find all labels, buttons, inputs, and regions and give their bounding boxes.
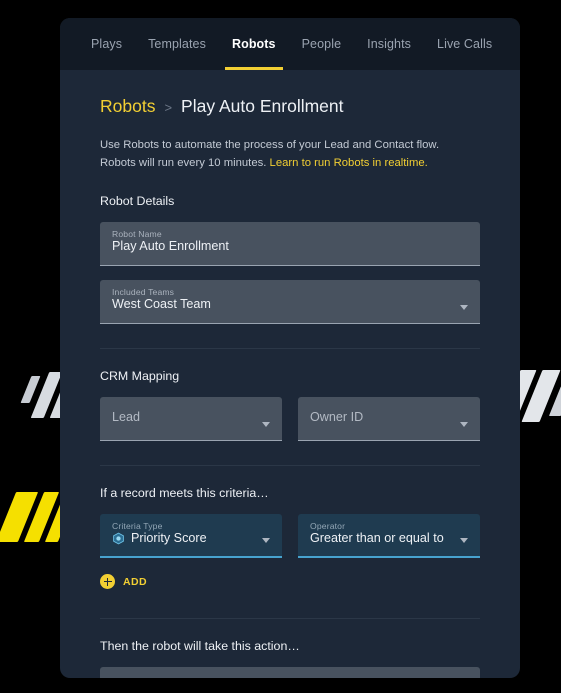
section-title-criteria: If a record meets this criteria… <box>100 486 269 500</box>
crm-object-select[interactable]: Lead <box>100 397 282 441</box>
crm-mapping-row: Lead Owner ID <box>100 397 480 441</box>
criteria-row: Criteria Type Priority Score Operator Gr… <box>100 514 480 558</box>
chevron-down-icon <box>262 538 270 543</box>
realtime-help-link[interactable]: Learn to run Robots in realtime. <box>270 157 428 169</box>
criteria-type-value: Priority Score <box>131 531 207 545</box>
robot-name-label: Robot Name <box>112 229 162 239</box>
criteria-type-select[interactable]: Criteria Type Priority Score <box>100 514 282 558</box>
breadcrumb: Robots > Play Auto Enrollment <box>100 96 480 117</box>
included-teams-value: West Coast Team <box>112 297 211 311</box>
operator-select[interactable]: Operator Greater than or equal to <box>298 514 480 558</box>
tab-insights[interactable]: Insights <box>354 18 424 70</box>
tab-plays[interactable]: Plays <box>78 18 135 70</box>
page-content: Robots > Play Auto Enrollment Use Robots… <box>60 70 520 678</box>
priority-score-icon <box>113 533 124 545</box>
criteria-type-value-wrap: Priority Score <box>112 531 270 546</box>
tab-live-calls[interactable]: Live Calls <box>424 18 505 70</box>
crm-object-value: Lead <box>112 410 141 424</box>
section-title-crm-mapping: CRM Mapping <box>100 369 180 383</box>
chevron-down-icon <box>460 422 468 427</box>
robot-name-value: Play Auto Enrollment <box>112 239 229 253</box>
tab-people[interactable]: People <box>289 18 355 70</box>
tab-robots[interactable]: Robots <box>219 18 289 70</box>
included-teams-label: Included Teams <box>112 287 175 297</box>
add-criteria-button[interactable]: ADD <box>100 574 147 589</box>
plus-circle-icon <box>100 574 115 589</box>
operator-value: Greater than or equal to <box>310 531 444 545</box>
add-criteria-label: ADD <box>123 575 147 588</box>
robot-name-field[interactable]: Robot Name Play Auto Enrollment <box>100 222 480 266</box>
divider-action <box>100 618 480 619</box>
chevron-down-icon <box>460 538 468 543</box>
criteria-type-label: Criteria Type <box>112 521 163 531</box>
tab-templates[interactable]: Templates <box>135 18 219 70</box>
section-title-action: Then the robot will take this action… <box>100 639 300 653</box>
divider-criteria <box>100 465 480 466</box>
included-teams-select[interactable]: Included Teams West Coast Team <box>100 280 480 324</box>
crm-field-select[interactable]: Owner ID <box>298 397 480 441</box>
operator-label: Operator <box>310 521 346 531</box>
page-description: Use Robots to automate the process of yo… <box>100 137 450 172</box>
chevron-down-icon <box>262 422 270 427</box>
page-title: Play Auto Enrollment <box>181 96 344 116</box>
chevron-down-icon <box>460 305 468 310</box>
main-navigation: Plays Templates Robots People Insights L… <box>60 18 520 70</box>
divider-crm-mapping <box>100 348 480 349</box>
action-select[interactable]: Add to Playbooks <box>100 667 480 678</box>
section-title-robot-details: Robot Details <box>100 194 175 208</box>
breadcrumb-separator: > <box>164 100 173 115</box>
app-card: Plays Templates Robots People Insights L… <box>60 18 520 678</box>
breadcrumb-link-robots[interactable]: Robots <box>100 96 155 117</box>
crm-field-value: Owner ID <box>310 410 364 424</box>
